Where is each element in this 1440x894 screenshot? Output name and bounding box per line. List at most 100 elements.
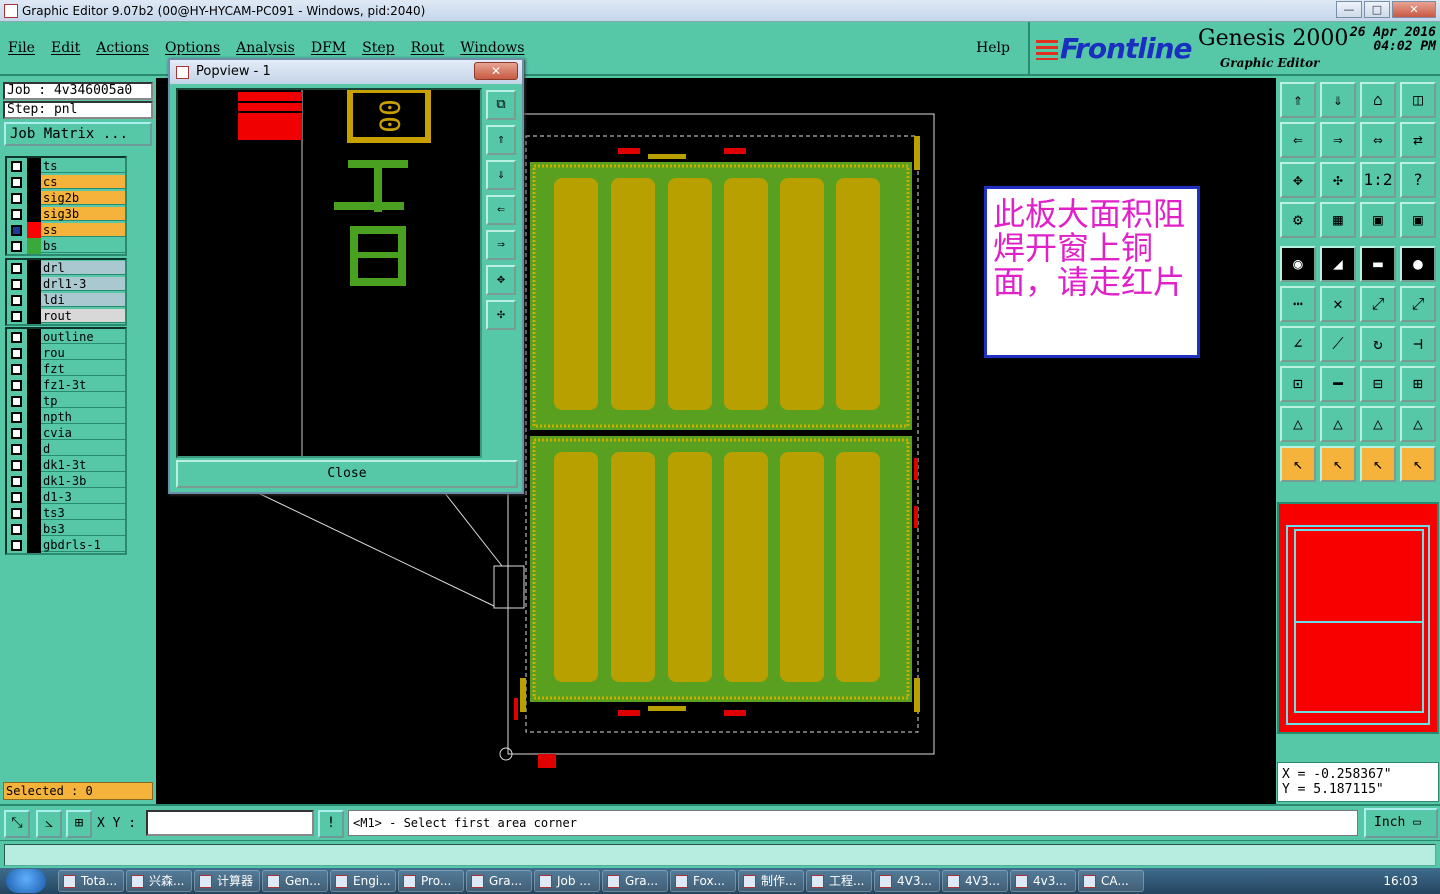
taskbar-item[interactable]: Gra... [466,870,532,892]
popview-zoom-fit-icon[interactable]: ✥ [486,265,516,295]
layer-checkbox[interactable] [11,508,22,519]
layer-color-swatch[interactable] [27,473,41,489]
tool-button-r0c0[interactable]: ⇑ [1280,82,1316,118]
layer-checkbox[interactable] [11,209,22,220]
layer-name[interactable]: d1-3 [41,490,125,504]
menu-options[interactable]: Options [165,40,220,56]
layer-checkbox[interactable] [11,311,22,322]
tool-button-r0c1[interactable]: ⇓ [1320,82,1356,118]
tool-button-r5c1[interactable]: ✕ [1320,286,1356,322]
tool-button-r8c1[interactable]: △ [1320,406,1356,442]
layer-checkbox[interactable] [11,412,22,423]
layer-name[interactable]: rout [41,309,125,323]
layer-row-ts3[interactable]: ts3 [7,505,125,521]
layer-color-swatch[interactable] [27,425,41,441]
menu-step[interactable]: Step [362,40,394,56]
layer-row-ss[interactable]: ss [7,222,125,238]
layer-color-swatch[interactable] [27,206,41,222]
layer-row-dk1-3b[interactable]: dk1-3b [7,473,125,489]
layer-name[interactable]: drl1-3 [41,277,125,291]
layer-checkbox[interactable] [11,279,22,290]
layer-color-swatch[interactable] [27,174,41,190]
popview-tool-2[interactable]: ⇑ [486,125,516,155]
layer-color-swatch[interactable] [27,377,41,393]
tool-button-r8c0[interactable]: △ [1280,406,1316,442]
menu-analysis[interactable]: Analysis [236,40,295,56]
layer-checkbox[interactable] [11,263,22,274]
layer-name[interactable]: ldi [41,293,125,307]
layer-color-swatch[interactable] [27,505,41,521]
layer-row-ldi[interactable]: ldi [7,292,125,308]
layer-checkbox[interactable] [11,241,22,252]
tool-button-r9c0[interactable]: ↖ [1280,446,1316,482]
layer-color-swatch[interactable] [27,409,41,425]
tool-button-r6c2[interactable]: ↻ [1360,326,1396,362]
taskbar-item[interactable]: 4V3... [874,870,940,892]
layer-color-swatch[interactable] [27,190,41,206]
close-window-button[interactable]: ✕ [1392,1,1436,18]
layer-row-fzt[interactable]: fzt [7,361,125,377]
layer-name[interactable]: sig2b [41,191,125,205]
layer-name[interactable]: dk1-3t [41,458,125,472]
alert-icon[interactable]: ! [318,810,344,838]
layer-checkbox[interactable] [11,428,22,439]
layer-row-gbdrls-1[interactable]: gbdrls-1 [7,537,125,553]
tool-button-r9c1[interactable]: ↖ [1320,446,1356,482]
layer-color-swatch[interactable] [27,521,41,537]
layer-checkbox[interactable] [11,295,22,306]
layer-color-swatch[interactable] [27,393,41,409]
layer-checkbox[interactable] [11,396,22,407]
layer-name[interactable]: ts3 [41,506,125,520]
layer-color-swatch[interactable] [27,441,41,457]
tool-button-r7c0[interactable]: ⊡ [1280,366,1316,402]
layer-row-tp[interactable]: tp [7,393,125,409]
taskbar-item[interactable]: Tota... [58,870,124,892]
taskbar-item[interactable]: 制作... [738,870,804,892]
layer-row-sig3b[interactable]: sig3b [7,206,125,222]
layer-checkbox[interactable] [11,332,22,343]
layer-row-drl[interactable]: drl [7,260,125,276]
layer-name[interactable]: gbdrls-1 [41,538,125,552]
popview-close-button[interactable]: Close [176,460,518,488]
popview-tool-4[interactable]: ⇐ [486,195,516,225]
tool-button-r4c2[interactable]: ▬ [1360,246,1396,282]
layer-row-d[interactable]: d [7,441,125,457]
job-matrix-button[interactable]: Job Matrix ... [4,122,152,146]
layer-name[interactable]: npth [41,410,125,424]
layer-checkbox[interactable] [11,161,22,172]
tool-button-r0c2[interactable]: ⌂ [1360,82,1396,118]
taskbar-item[interactable]: CA... [1078,870,1144,892]
layer-name[interactable]: cvia [41,426,125,440]
tool-button-r5c0[interactable]: ⋯ [1280,286,1316,322]
tool-button-r2c0[interactable]: ✥ [1280,162,1316,198]
menu-edit[interactable]: Edit [51,40,80,56]
panel-preview[interactable] [1277,502,1439,734]
tool-button-r2c1[interactable]: ✣ [1320,162,1356,198]
tool-button-r6c1[interactable]: ⟋ [1320,326,1356,362]
layer-name[interactable]: sig3b [41,207,125,221]
layer-name[interactable]: fz1-3t [41,378,125,392]
taskbar-item[interactable]: Fox... [670,870,736,892]
layer-name[interactable]: d [41,442,125,456]
layer-row-sig2b[interactable]: sig2b [7,190,125,206]
popview-tool-5[interactable]: ⇒ [486,230,516,260]
tool-button-r1c0[interactable]: ⇐ [1280,122,1316,158]
layer-row-outline[interactable]: outline [7,329,125,345]
popview-canvas[interactable]: 00 [176,88,482,458]
tool-button-r5c3[interactable]: ⤢ [1400,286,1436,322]
layer-color-swatch[interactable] [27,345,41,361]
tool-button-r6c3[interactable]: ⊣ [1400,326,1436,362]
system-tray[interactable] [1172,874,1372,888]
measure-icon[interactable]: ⦣ [36,810,62,838]
layer-row-rou[interactable]: rou [7,345,125,361]
layer-color-swatch[interactable] [27,329,41,345]
maximize-button[interactable]: □ [1364,1,1390,18]
layer-color-swatch[interactable] [27,292,41,308]
layer-checkbox[interactable] [11,492,22,503]
layer-checkbox[interactable] [11,540,22,551]
layer-color-swatch[interactable] [27,361,41,377]
layer-row-fz1-3t[interactable]: fz1-3t [7,377,125,393]
layer-name[interactable]: tp [41,394,125,408]
tool-button-r7c1[interactable]: ━ [1320,366,1356,402]
layer-color-swatch[interactable] [27,158,41,174]
